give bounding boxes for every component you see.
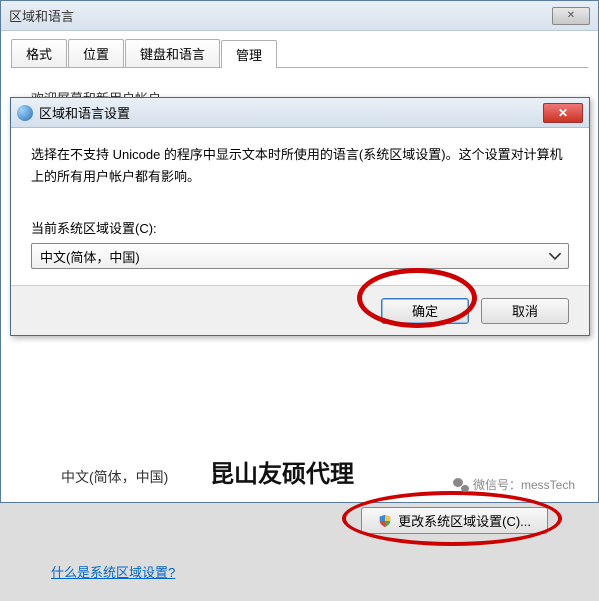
- system-locale-combobox[interactable]: 中文(简体，中国): [31, 243, 569, 269]
- chevron-down-icon: [548, 249, 562, 263]
- region-language-settings-dialog: 区域和语言设置 ✕ 选择在不支持 Unicode 的程序中显示文本时所使用的语言…: [10, 97, 590, 336]
- dialog-titlebar[interactable]: 区域和语言设置 ✕: [11, 98, 589, 128]
- dialog-description: 选择在不支持 Unicode 的程序中显示文本时所使用的语言(系统区域设置)。这…: [31, 144, 569, 188]
- cancel-button[interactable]: 取消: [481, 298, 569, 324]
- dialog-button-bar: 确定 取消: [11, 285, 589, 335]
- tab-keyboard[interactable]: 键盘和语言: [125, 39, 220, 67]
- current-locale-text: 中文(简体，中国): [31, 467, 568, 487]
- tab-admin[interactable]: 管理: [221, 40, 277, 68]
- window-titlebar[interactable]: 区域和语言 ✕: [1, 1, 598, 31]
- close-icon[interactable]: ✕: [543, 103, 583, 123]
- dialog-title: 区域和语言设置: [39, 103, 543, 122]
- tab-format[interactable]: 格式: [11, 39, 67, 67]
- tab-location[interactable]: 位置: [68, 39, 124, 67]
- combobox-value: 中文(简体，中国): [40, 247, 140, 266]
- window-title: 区域和语言: [9, 6, 552, 25]
- ok-button[interactable]: 确定: [381, 298, 469, 324]
- help-link[interactable]: 什么是系统区域设置?: [51, 562, 175, 581]
- change-system-locale-button[interactable]: 更改系统区域设置(C)...: [361, 507, 548, 534]
- locale-field-label: 当前系统区域设置(C):: [31, 218, 569, 237]
- globe-icon: [17, 105, 33, 121]
- close-icon[interactable]: ✕: [552, 7, 590, 25]
- dialog-body: 选择在不支持 Unicode 的程序中显示文本时所使用的语言(系统区域设置)。这…: [11, 128, 589, 285]
- shield-icon: [378, 514, 392, 528]
- change-button-label: 更改系统区域设置(C)...: [398, 511, 531, 530]
- tab-strip: 格式 位置 键盘和语言 管理: [1, 31, 598, 68]
